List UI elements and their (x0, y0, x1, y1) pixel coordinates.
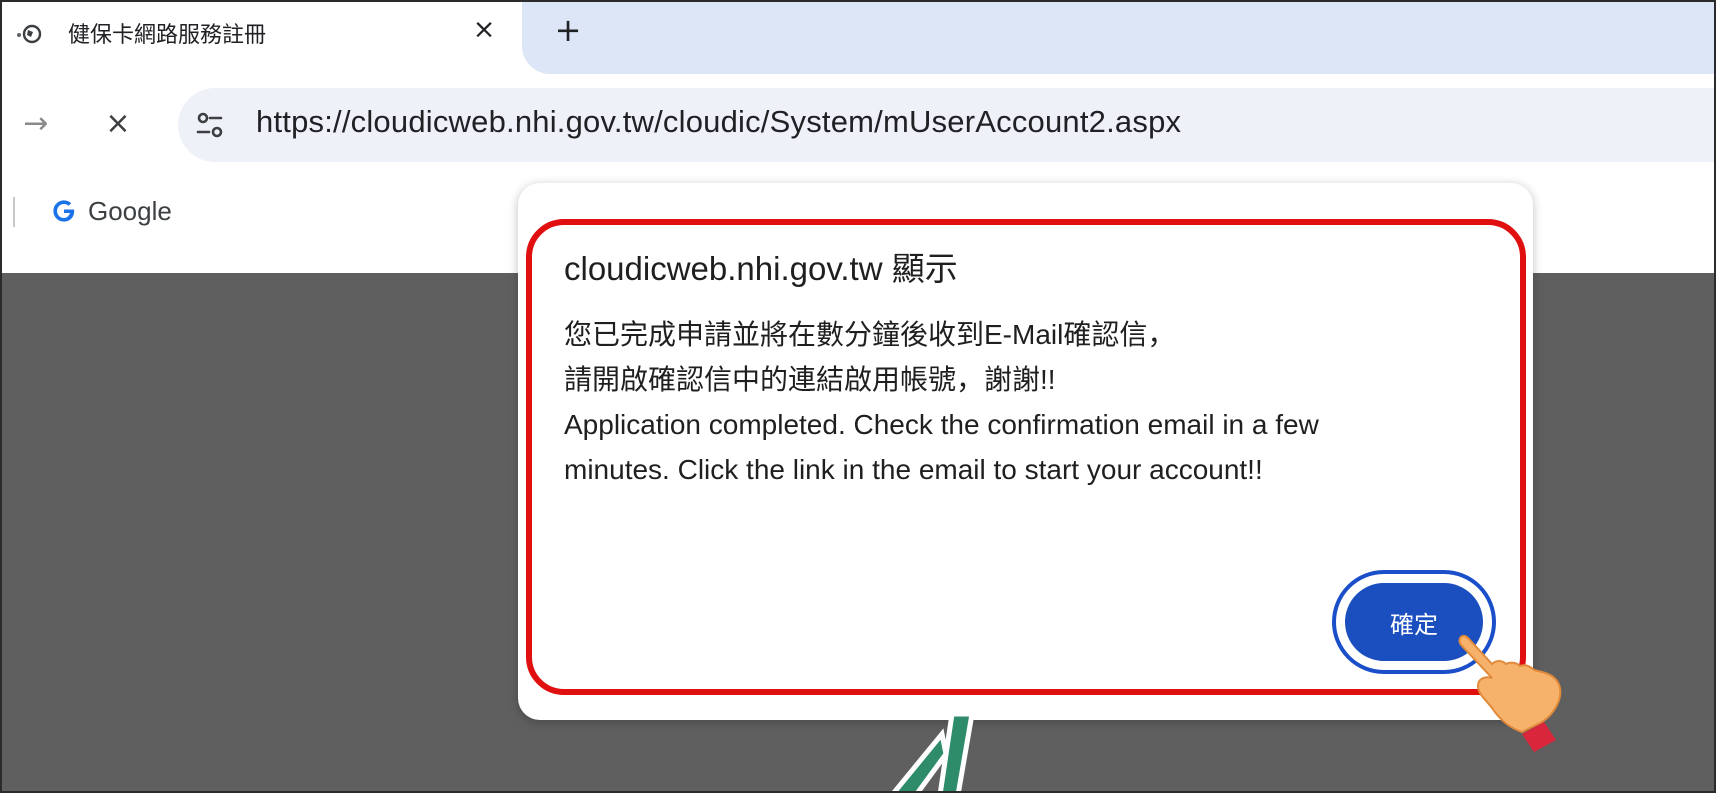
tab-title: 健保卡網路服務註冊 (68, 23, 267, 48)
tab-strip: 健保卡網路服務註冊 × + (2, 2, 1714, 80)
bookmark-google[interactable]: Google (50, 191, 172, 231)
bookmark-label: Google (88, 195, 172, 226)
pointing-hand-icon (1458, 634, 1562, 752)
dialog-message: 您已完成申請並將在數分鐘後收到E-Mail確認信， 請開啟確認信中的連結啟用帳號… (564, 312, 1464, 492)
stop-icon[interactable]: × (98, 104, 138, 144)
tab-strip-background (522, 2, 1714, 74)
plus-icon[interactable]: + (550, 12, 586, 48)
browser-toolbar: → × https://cloudicweb.nhi.gov.tw/cloudi… (2, 80, 1714, 175)
active-tab[interactable]: 健保卡網路服務註冊 × (2, 2, 522, 80)
globe-icon (17, 24, 42, 44)
google-icon (53, 200, 75, 222)
message-line: 您已完成申請並將在數分鐘後收到E-Mail確認信， (564, 319, 1176, 350)
site-settings-icon[interactable] (188, 103, 232, 147)
message-line: minutes. Click the link in the email to … (564, 454, 1263, 485)
bookmarks-divider (13, 197, 15, 227)
step-number-graphic (892, 714, 975, 791)
dialog-title: cloudicweb.nhi.gov.tw 顯示 (564, 250, 958, 287)
message-line: 請開啟確認信中的連結啟用帳號，謝謝!! (564, 364, 1056, 395)
url-text[interactable]: https://cloudicweb.nhi.gov.tw/cloudic/Sy… (256, 104, 1181, 140)
address-bar[interactable]: https://cloudicweb.nhi.gov.tw/cloudic/Sy… (178, 88, 1714, 162)
screenshot-frame: 健保卡網路服務註冊 × + → × https://cloudicweb.nhi… (0, 0, 1716, 793)
close-icon[interactable]: × (468, 14, 500, 46)
forward-arrow-icon[interactable]: → (16, 104, 56, 144)
message-line: Application completed. Check the confirm… (564, 409, 1319, 440)
